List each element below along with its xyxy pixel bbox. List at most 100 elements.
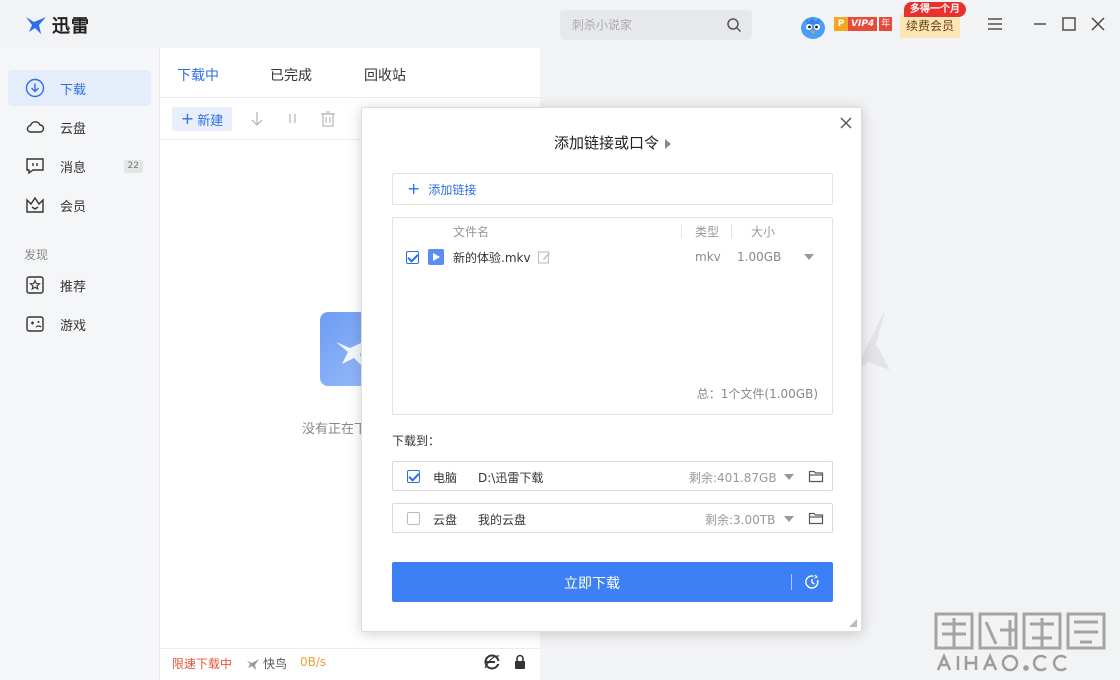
file-checkbox[interactable] bbox=[406, 251, 419, 264]
destination-name: 电脑 bbox=[433, 471, 458, 485]
file-size: 1.00GB bbox=[737, 250, 782, 264]
promo-tag: 多得一个月 bbox=[904, 2, 966, 17]
file-type: mkv bbox=[695, 250, 721, 264]
file-total: 总：1个文件(1.00GB) bbox=[696, 387, 818, 401]
dialog-title-text: 添加链接或口令 bbox=[553, 134, 659, 152]
schedule-clock-icon[interactable] bbox=[804, 574, 820, 590]
thunder-bird-icon bbox=[26, 17, 46, 34]
start-download-icon[interactable] bbox=[248, 110, 266, 128]
file-name: 新的体验.mkv bbox=[453, 251, 531, 265]
fast-bird-label: 快鸟 bbox=[263, 657, 288, 671]
new-task-button[interactable]: + 新建 bbox=[172, 107, 232, 131]
status-bar: 限速下载中 快鸟 0B/s bbox=[160, 648, 540, 680]
empty-state-text: 没有正在下 bbox=[302, 422, 368, 437]
search-input[interactable] bbox=[560, 10, 710, 40]
search-icon[interactable] bbox=[726, 17, 742, 33]
column-divider bbox=[731, 224, 732, 238]
crown-icon bbox=[26, 196, 44, 213]
browser-icon[interactable] bbox=[483, 653, 501, 671]
triangle-right-icon bbox=[665, 138, 671, 149]
column-header-size: 大小 bbox=[751, 225, 776, 239]
add-link-button[interactable]: + 添加链接 bbox=[392, 173, 833, 205]
vip-badge[interactable]: P VIP4 年 bbox=[834, 17, 893, 31]
vip-level-badge: VIP4 bbox=[848, 17, 878, 31]
column-header-type: 类型 bbox=[695, 225, 720, 239]
sidebar: 下载 云盘 消息 22 会员 发现 推荐 游戏 bbox=[0, 48, 160, 680]
sidebar-item-vip[interactable]: 会员 bbox=[8, 187, 151, 223]
sidebar-item-label: 会员 bbox=[60, 199, 87, 215]
tab-completed[interactable]: 已完成 bbox=[270, 65, 312, 85]
add-link-label: 添加链接 bbox=[428, 182, 477, 197]
sidebar-item-recommend[interactable]: 推荐 bbox=[8, 267, 151, 303]
column-header-name: 文件名 bbox=[453, 225, 490, 239]
folder-icon[interactable] bbox=[808, 468, 824, 484]
destination-cloud-checkbox[interactable] bbox=[407, 512, 420, 525]
download-now-button[interactable]: 立即下载 bbox=[392, 562, 833, 602]
plus-icon: + bbox=[180, 109, 195, 128]
folder-icon[interactable] bbox=[808, 510, 824, 526]
download-speed: 0B/s bbox=[300, 655, 327, 669]
sidebar-item-cloud[interactable]: 云盘 bbox=[8, 109, 151, 145]
button-divider bbox=[791, 574, 792, 590]
chevron-down-icon[interactable] bbox=[804, 254, 814, 260]
maximize-icon[interactable] bbox=[1059, 14, 1079, 34]
sidebar-item-label: 消息 bbox=[60, 160, 87, 176]
destination-cloud[interactable]: 云盘 我的云盘 剩余:3.00TB bbox=[392, 503, 833, 533]
search-box[interactable] bbox=[560, 10, 752, 40]
destination-pc-checkbox[interactable] bbox=[407, 470, 420, 483]
message-count-badge: 22 bbox=[123, 159, 143, 173]
sidebar-item-label: 下载 bbox=[60, 82, 87, 98]
title-bar: 迅雷 P VIP4 年 续费会员 多得一个月 bbox=[0, 0, 1120, 48]
add-link-dialog: 添加链接或口令 + 添加链接 文件名 类型 大小 新的体验.mkv mkv 1.… bbox=[361, 107, 862, 632]
dialog-close-icon[interactable] bbox=[839, 116, 853, 130]
sidebar-item-label: 游戏 bbox=[60, 318, 87, 334]
edit-icon[interactable] bbox=[537, 250, 551, 264]
sidebar-item-label: 推荐 bbox=[60, 279, 87, 295]
sidebar-section-discover: 发现 bbox=[24, 248, 49, 262]
dialog-title[interactable]: 添加链接或口令 bbox=[362, 132, 863, 153]
close-icon[interactable] bbox=[1088, 14, 1108, 34]
download-icon bbox=[25, 78, 45, 98]
fast-bird-button[interactable]: 快鸟 bbox=[246, 655, 287, 672]
column-divider bbox=[681, 224, 682, 238]
cloud-icon bbox=[26, 121, 45, 133]
free-space: 剩余:3.00TB bbox=[705, 513, 776, 527]
avatar[interactable] bbox=[800, 12, 826, 40]
destination-path[interactable]: D:\迅雷下载 bbox=[478, 469, 543, 486]
renew-vip-button[interactable]: 续费会员 bbox=[900, 14, 960, 38]
sidebar-item-download[interactable]: 下载 bbox=[8, 70, 151, 106]
destination-path[interactable]: 我的云盘 bbox=[478, 511, 526, 528]
destination-name: 云盘 bbox=[433, 513, 458, 527]
tab-downloading[interactable]: 下载中 bbox=[177, 65, 219, 85]
vip-year-badge: 年 bbox=[879, 17, 893, 31]
gamepad-icon bbox=[26, 316, 44, 332]
download-now-label: 立即下载 bbox=[564, 576, 620, 592]
destination-pc[interactable]: 电脑 D:\迅雷下载 剩余:401.87GB bbox=[392, 461, 833, 491]
sidebar-item-games[interactable]: 游戏 bbox=[8, 306, 151, 342]
delete-icon[interactable] bbox=[319, 110, 337, 128]
resize-grip-icon[interactable] bbox=[849, 619, 857, 627]
new-task-label: 新建 bbox=[197, 113, 224, 129]
file-list: 文件名 类型 大小 新的体验.mkv mkv 1.00GB 总：1个文件(1.0… bbox=[392, 217, 833, 415]
minimize-icon[interactable] bbox=[1030, 14, 1050, 34]
tab-recycle-bin[interactable]: 回收站 bbox=[364, 65, 406, 85]
plus-icon: + bbox=[407, 179, 421, 198]
sidebar-item-messages[interactable]: 消息 22 bbox=[8, 148, 151, 184]
lock-icon[interactable] bbox=[511, 653, 529, 671]
sidebar-item-label: 云盘 bbox=[60, 121, 87, 137]
vip-p-badge: P bbox=[834, 17, 848, 31]
star-icon bbox=[26, 276, 44, 294]
forum-watermark bbox=[934, 612, 1106, 672]
bird-icon bbox=[247, 658, 259, 670]
save-to-label: 下载到： bbox=[392, 434, 441, 448]
chevron-down-icon[interactable] bbox=[784, 474, 794, 480]
video-file-icon bbox=[428, 249, 444, 265]
speed-limit-status[interactable]: 限速下载中 bbox=[172, 655, 232, 672]
pause-icon[interactable] bbox=[284, 110, 302, 128]
chevron-down-icon[interactable] bbox=[784, 516, 794, 522]
message-icon bbox=[26, 158, 44, 175]
app-title: 迅雷 bbox=[52, 16, 90, 37]
app-logo: 迅雷 bbox=[24, 12, 90, 38]
menu-icon[interactable] bbox=[985, 14, 1005, 34]
free-space: 剩余:401.87GB bbox=[689, 471, 777, 485]
